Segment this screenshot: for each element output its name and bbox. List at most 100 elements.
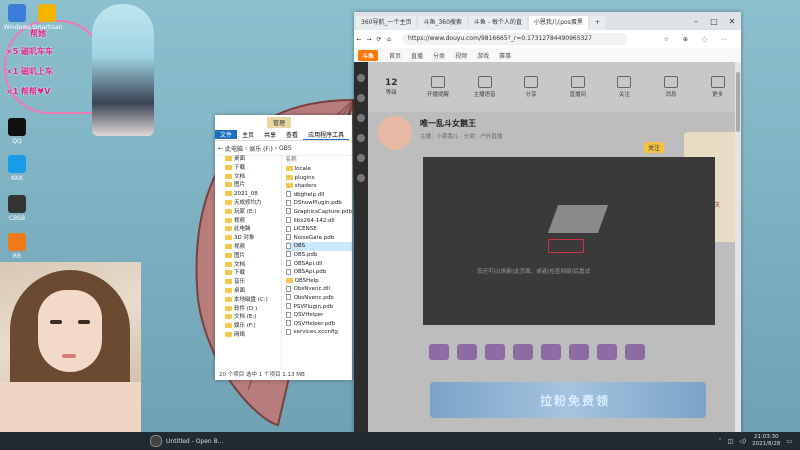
explorer-titlebar[interactable]: 管理 — [215, 115, 352, 129]
toolbar-icons[interactable]: ☆ ⊕ ◌ ⋯ — [664, 36, 741, 43]
nav-item[interactable]: 音乐 — [215, 278, 281, 287]
nav-item[interactable]: 桌面 — [215, 287, 281, 296]
gift-icon[interactable] — [569, 344, 589, 360]
file-row[interactable]: ObsNvenc.pdb — [285, 294, 352, 303]
site-nav-item[interactable]: 视频 — [450, 51, 472, 60]
stat-item[interactable]: 消息 — [656, 76, 686, 98]
promo-banner[interactable]: 拉粉免费领 — [430, 382, 706, 418]
ribbon-tab-view[interactable]: 查看 — [281, 130, 303, 139]
file-row[interactable]: LICENSE — [285, 225, 352, 234]
file-row[interactable]: shaders — [285, 182, 352, 191]
breadcrumb-item[interactable]: OBS — [279, 145, 292, 152]
notification-icon[interactable]: ▭ — [786, 438, 792, 445]
site-nav-item[interactable]: 分类 — [428, 51, 450, 60]
file-row[interactable]: libx264-142.dll — [285, 217, 352, 226]
nav-item[interactable]: 网络 — [215, 331, 281, 340]
stat-item[interactable]: 更多 — [703, 76, 733, 98]
stat-item[interactable]: 关注 — [609, 76, 639, 98]
nav-item[interactable]: 文档 (E:) — [215, 313, 281, 322]
browser-tab[interactable]: 斗鱼 - 每个人的直 — [468, 16, 527, 30]
column-header-name[interactable]: 名称 — [286, 155, 352, 165]
file-row[interactable]: DShowPlugin.pdb — [285, 199, 352, 208]
nav-item[interactable]: 玩家 (E:) — [215, 208, 281, 217]
file-row[interactable]: ObsNvenc.dll — [285, 285, 352, 294]
file-row[interactable]: OBS — [285, 242, 352, 251]
breadcrumb-item[interactable]: 此电脑 — [225, 144, 243, 153]
file-row[interactable]: OBSApi.pdb — [285, 268, 352, 277]
taskbar-app-obs[interactable]: Untitled - Open B... — [150, 435, 223, 447]
file-row[interactable]: plugins — [285, 174, 352, 183]
maximize-icon[interactable]: □ — [705, 14, 723, 30]
minimize-icon[interactable]: – — [687, 14, 705, 30]
desktop-icon[interactable]: Windows — [2, 4, 32, 31]
nav-item[interactable]: 天成修均力 — [215, 199, 281, 208]
sidebar-icon[interactable] — [357, 134, 365, 142]
nav-item[interactable]: 软件 (D:) — [215, 305, 281, 314]
refresh-button[interactable] — [548, 239, 584, 253]
stat-item[interactable]: 开播提醒 — [423, 76, 453, 98]
nav-item[interactable]: 桌面 — [215, 155, 281, 164]
nav-item[interactable]: 3D 对象 — [215, 234, 281, 243]
desktop-icon[interactable]: Smartisan — [32, 4, 62, 31]
follow-button[interactable]: 关注 — [644, 142, 665, 153]
gift-icon[interactable] — [457, 344, 477, 360]
site-nav-item[interactable]: 赛事 — [494, 51, 516, 60]
nav-item[interactable]: 视频 — [215, 217, 281, 226]
video-player[interactable]: 您还可以[刷新]此页面，或者[检查网络]后重试 — [423, 157, 715, 325]
desktop-icon[interactable]: RR — [2, 233, 32, 260]
nav-item[interactable]: 视频 — [215, 243, 281, 252]
stat-item[interactable]: 主播语音 — [470, 76, 500, 98]
file-row[interactable]: NoiseGate.pdb — [285, 234, 352, 243]
sidebar-icon[interactable] — [357, 94, 365, 102]
file-row[interactable]: services.xconfig — [285, 328, 352, 337]
volume-icon[interactable]: ◁) — [739, 438, 746, 445]
browser-tab[interactable]: 斗鱼_360搜索 — [418, 16, 467, 30]
scrollbar-thumb[interactable] — [736, 72, 740, 132]
ribbon-tab-share[interactable]: 共享 — [259, 130, 281, 139]
back-icon[interactable]: ← — [354, 36, 364, 43]
gift-icon[interactable] — [513, 344, 533, 360]
ribbon-tab-file[interactable]: 文件 — [215, 130, 238, 139]
gift-icon[interactable] — [541, 344, 561, 360]
nav-item[interactable]: 文档 — [215, 173, 281, 182]
gift-icon[interactable] — [485, 344, 505, 360]
nav-item[interactable]: 娱乐 (F:) — [215, 322, 281, 331]
sidebar-icon[interactable] — [357, 74, 365, 82]
tool-tab[interactable]: 管理 — [267, 116, 292, 128]
nav-item[interactable]: 本地磁盘 (C:) — [215, 296, 281, 305]
address-input[interactable]: https://www.douyu.com/9816665?_r=0.17312… — [402, 33, 628, 45]
nav-item[interactable]: 图片 — [215, 181, 281, 190]
gift-icon[interactable] — [429, 344, 449, 360]
file-row[interactable]: GraphicsCapture.pdb — [285, 208, 352, 217]
nav-item[interactable]: 下载 — [215, 164, 281, 173]
file-row[interactable]: QSVHelper.pdb — [285, 320, 352, 329]
refresh-icon[interactable]: ⟳ — [374, 36, 384, 43]
stat-item[interactable]: 直播间 — [563, 76, 593, 98]
file-explorer-window[interactable]: 管理 文件 主页 共享 查看 应用程序工具 ← 此电脑 › 娱乐 (F:) › … — [215, 115, 352, 380]
nav-item[interactable]: 此电脑 — [215, 225, 281, 234]
nav-item[interactable]: 文档 — [215, 261, 281, 270]
ribbon-tab-home[interactable]: 主页 — [237, 130, 259, 139]
forward-icon[interactable]: → — [364, 36, 374, 43]
stat-item[interactable]: 12 等级 — [376, 78, 406, 96]
clock[interactable]: 21:03:30 2021/8/28 — [752, 434, 780, 448]
file-row[interactable]: locale — [285, 165, 352, 174]
gift-icon[interactable] — [625, 344, 645, 360]
desktop-icon[interactable]: CBSB — [2, 195, 32, 222]
scrollbar[interactable] — [735, 62, 741, 432]
nav-item[interactable]: 2021_08 — [215, 190, 281, 199]
sidebar-icon[interactable] — [357, 154, 365, 162]
file-row[interactable]: OBSHelp — [285, 277, 352, 286]
gift-icon[interactable] — [597, 344, 617, 360]
file-row[interactable]: QSVHelper — [285, 311, 352, 320]
desktop-icon[interactable]: QQ — [2, 118, 32, 145]
back-arrow-icon[interactable]: ← — [218, 145, 223, 152]
nav-item[interactable]: 图片 — [215, 252, 281, 261]
avatar[interactable] — [378, 116, 412, 150]
stat-item[interactable]: 分享 — [516, 76, 546, 98]
browser-tab[interactable]: 360导航_一个主页 — [356, 16, 417, 30]
file-row[interactable]: OBSApi.dll — [285, 260, 352, 269]
file-row[interactable]: PSVPlugin.pdb — [285, 303, 352, 312]
nav-item[interactable]: 下载 — [215, 269, 281, 278]
site-nav-item[interactable]: 直播 — [406, 51, 428, 60]
